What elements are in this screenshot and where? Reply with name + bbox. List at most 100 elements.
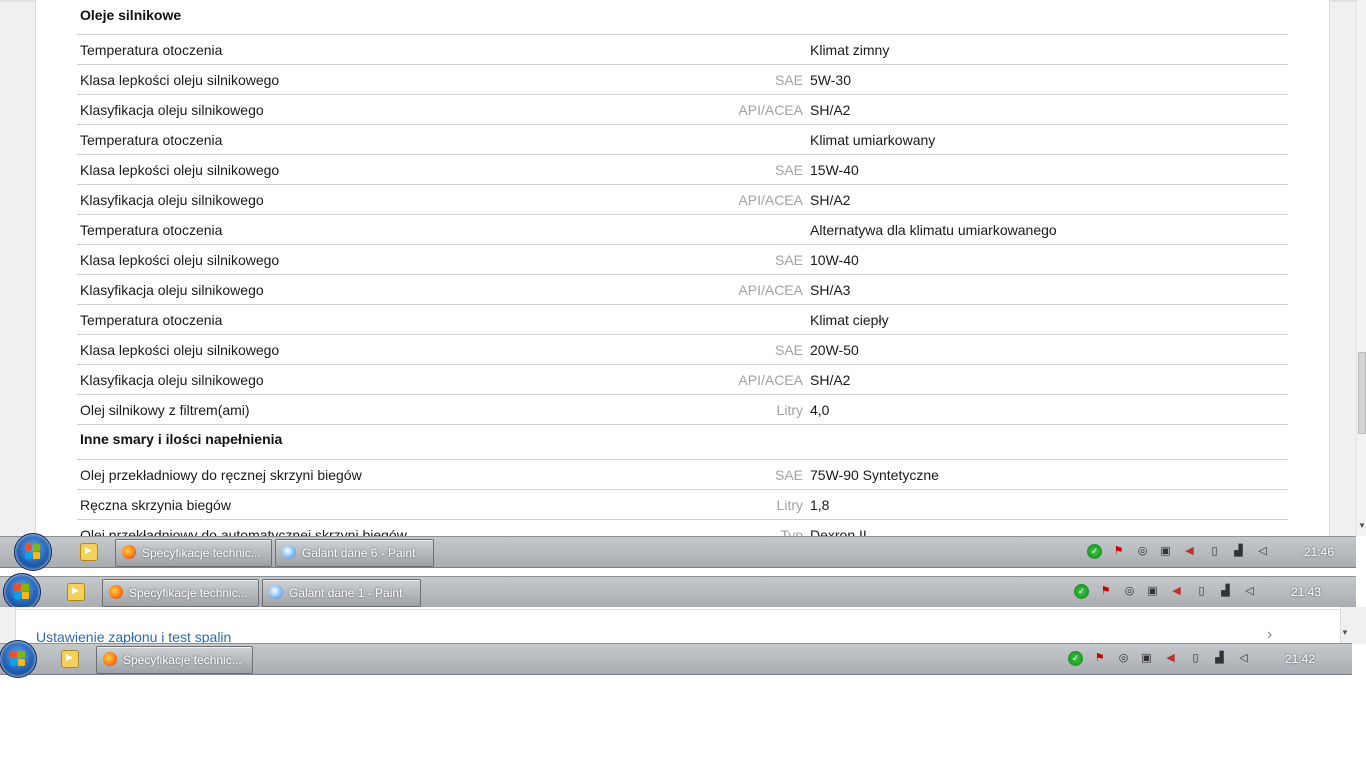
spec-page: Oleje silnikowe Temperatura otoczenia Kl… [0, 0, 1366, 536]
spec-row: Olej silnikowy z filtrem(ami) Litry 4,0 [77, 394, 1288, 425]
network-globe-icon[interactable]: ◎ [1135, 544, 1150, 559]
row-label: Temperatura otoczenia [80, 312, 223, 328]
start-button[interactable] [0, 640, 37, 678]
spec-row: Klasyfikacja oleju silnikowego API/ACEA … [77, 274, 1288, 305]
row-unit: API/ACEA [738, 282, 803, 298]
row-value: SH/A2 [810, 192, 851, 208]
system-tray: ✓ ⚑ ◎ ▣ ◀ ▯ ▟ ◁ [1068, 651, 1258, 667]
clock[interactable]: 21:42 [1285, 652, 1315, 666]
scrollbar-thumb[interactable] [1358, 352, 1366, 434]
spec-row: Temperatura otoczenia Klimat umiarkowany [77, 124, 1288, 155]
row-label: Temperatura otoczenia [80, 42, 223, 58]
taskbar: Specyfikacje technic... Galant dane 6 - … [0, 533, 1356, 571]
windows-logo-icon [10, 651, 26, 667]
network-globe-icon[interactable]: ◎ [1122, 584, 1137, 599]
action-center-flag-icon[interactable]: ⚑ [1098, 584, 1113, 599]
spec-content: Oleje silnikowe Temperatura otoczenia Kl… [35, 0, 1330, 536]
media-player-icon[interactable] [61, 650, 79, 668]
battery-icon[interactable]: ▯ [1207, 544, 1222, 559]
row-unit: SAE [774, 72, 803, 88]
signal-strength-icon[interactable]: ▟ [1212, 651, 1227, 666]
signal-strength-icon[interactable]: ▟ [1218, 584, 1233, 599]
volume-muted-icon[interactable]: ◀ [1169, 584, 1184, 599]
paint-icon [269, 585, 283, 599]
task-label: Galant dane 6 - Paint [302, 546, 416, 560]
display-icon[interactable]: ▣ [1145, 584, 1160, 599]
row-value: 4,0 [810, 402, 830, 418]
section-title-engine-oils: Oleje silnikowe [80, 7, 182, 23]
spec-row: Klasa lepkości oleju silnikowego SAE 20W… [77, 334, 1288, 365]
row-unit: API/ACEA [738, 102, 803, 118]
spec-row: Klasyfikacja oleju silnikowego API/ACEA … [77, 94, 1288, 125]
spec-row: Klasyfikacja oleju silnikowego API/ACEA … [77, 184, 1288, 215]
taskbar: Specyfikacje technic... Galant dane 1 - … [0, 573, 1356, 611]
row-value: Klimat zimny [810, 42, 890, 58]
taskbar-button-firefox[interactable]: Specyfikacje technic... [102, 579, 259, 607]
antivirus-icon[interactable]: ✓ [1087, 544, 1102, 559]
scroll-down-arrow-icon[interactable]: ▼ [1358, 520, 1366, 532]
network-globe-icon[interactable]: ◎ [1116, 651, 1131, 666]
row-label: Klasyfikacja oleju silnikowego [80, 282, 264, 298]
row-unit: SAE [774, 467, 803, 483]
display-icon[interactable]: ▣ [1158, 544, 1173, 559]
row-label: Klasyfikacja oleju silnikowego [80, 192, 264, 208]
chevron-right-icon[interactable]: › [1267, 626, 1272, 644]
taskbar-button-paint[interactable]: Galant dane 6 - Paint [275, 539, 434, 567]
row-unit: Typ [780, 527, 803, 536]
row-unit: Litry [776, 402, 803, 418]
row-value: Alternatywa dla klimatu umiarkowanego [810, 222, 1057, 238]
spec-row: Klasa lepkości oleju silnikowego SAE 15W… [77, 154, 1288, 185]
volume-muted-icon[interactable]: ◀ [1182, 544, 1197, 559]
windows-logo-icon [14, 584, 30, 600]
media-player-icon[interactable] [67, 583, 85, 601]
firefox-icon [109, 585, 123, 599]
paint-icon [282, 545, 296, 559]
taskbar-button-firefox[interactable]: Specyfikacje technic... [96, 646, 253, 674]
clock[interactable]: 21:46 [1304, 545, 1334, 559]
clock[interactable]: 21:43 [1291, 585, 1321, 599]
row-label: Olej przekładniowy do ręcznej skrzyni bi… [80, 467, 362, 483]
antivirus-icon[interactable]: ✓ [1068, 651, 1083, 666]
vertical-scrollbar[interactable]: ▼ [1356, 0, 1366, 536]
row-label: Ręczna skrzynia biegów [80, 497, 231, 513]
media-player-icon[interactable] [80, 543, 98, 561]
speaker-icon[interactable]: ◁ [1242, 584, 1257, 599]
task-label: Galant dane 1 - Paint [289, 586, 403, 600]
action-center-flag-icon[interactable]: ⚑ [1092, 651, 1107, 666]
row-unit: API/ACEA [738, 372, 803, 388]
firefox-icon [122, 545, 136, 559]
row-unit: Litry [776, 497, 803, 513]
start-button[interactable] [14, 533, 52, 571]
scroll-down-arrow-icon[interactable]: ▼ [1341, 628, 1349, 637]
row-unit: SAE [774, 252, 803, 268]
row-label: Klasa lepkości oleju silnikowego [80, 252, 280, 268]
system-tray: ✓ ⚑ ◎ ▣ ◀ ▯ ▟ ◁ [1074, 584, 1264, 600]
action-center-flag-icon[interactable]: ⚑ [1111, 544, 1126, 559]
row-value: Klimat umiarkowany [810, 132, 936, 148]
row-label: Temperatura otoczenia [80, 132, 223, 148]
antivirus-icon[interactable]: ✓ [1074, 584, 1089, 599]
spec-row: Olej przekładniowy do ręcznej skrzyni bi… [77, 459, 1288, 490]
display-icon[interactable]: ▣ [1139, 651, 1154, 666]
row-value: 5W-30 [810, 72, 851, 88]
row-label: Olej przekładniowy do automatycznej skrz… [80, 527, 407, 536]
battery-icon[interactable]: ▯ [1194, 584, 1209, 599]
spec-row: Olej przekładniowy do automatycznej skrz… [77, 519, 1288, 536]
page-strip: Ustawienie zapłonu i test spalin › ▼ [0, 607, 1366, 645]
speaker-icon[interactable]: ◁ [1255, 544, 1270, 559]
row-value: SH/A2 [810, 372, 851, 388]
start-button[interactable] [3, 573, 41, 611]
system-tray: ✓ ⚑ ◎ ▣ ◀ ▯ ▟ ◁ [1087, 544, 1277, 560]
taskbar-button-firefox[interactable]: Specyfikacje technic... [115, 539, 272, 567]
signal-strength-icon[interactable]: ▟ [1231, 544, 1246, 559]
row-label: Klasyfikacja oleju silnikowego [80, 372, 264, 388]
taskbar: Specyfikacje technic... ✓ ⚑ ◎ ▣ ◀ ▯ ▟ ◁ … [0, 640, 1352, 678]
section-title-other-lubricants: Inne smary i ilości napełnienia [80, 431, 283, 447]
volume-muted-icon[interactable]: ◀ [1163, 651, 1178, 666]
battery-icon[interactable]: ▯ [1188, 651, 1203, 666]
taskbar-button-paint[interactable]: Galant dane 1 - Paint [262, 579, 421, 607]
spec-row: Temperatura otoczenia Alternatywa dla kl… [77, 214, 1288, 245]
row-value: SH/A2 [810, 102, 851, 118]
row-value: 20W-50 [810, 342, 859, 358]
speaker-icon[interactable]: ◁ [1236, 651, 1251, 666]
